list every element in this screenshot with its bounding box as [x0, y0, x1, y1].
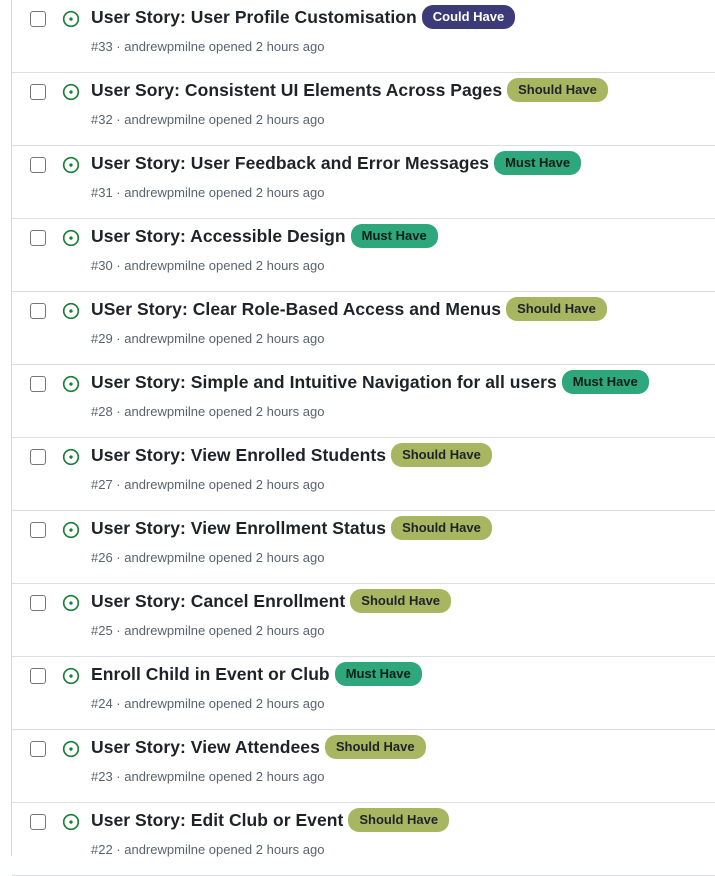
issue-list: User Story: User Profile Customisation C…	[11, 0, 715, 876]
priority-label[interactable]: Should Have	[391, 443, 492, 467]
issue-meta: #23 · andrewpmilne opened 2 hours ago	[91, 769, 325, 784]
priority-label[interactable]: Must Have	[494, 151, 582, 175]
issue-checkbox[interactable]	[30, 449, 46, 465]
issue-open-icon	[62, 521, 80, 539]
issue-meta: #31 · andrewpmilne opened 2 hours ago	[91, 185, 325, 200]
issue-open-icon	[62, 229, 80, 247]
issue-checkbox[interactable]	[30, 522, 46, 538]
priority-label[interactable]: Could Have	[421, 5, 516, 29]
issue-meta: #29 · andrewpmilne opened 2 hours ago	[91, 331, 325, 346]
issue-row[interactable]: User Story: Edit Club or Event Should Ha…	[12, 803, 715, 876]
issue-open-icon	[62, 667, 80, 685]
issue-open-icon	[62, 156, 80, 174]
priority-label[interactable]: Should Have	[350, 589, 452, 613]
priority-label[interactable]: Should Have	[324, 735, 426, 759]
priority-label[interactable]: Should Have	[506, 297, 607, 321]
issue-row[interactable]: User Story: View Enrollment Status Shoul…	[12, 511, 715, 584]
issue-open-icon	[62, 83, 80, 101]
issue-open-icon	[62, 375, 80, 393]
issue-checkbox[interactable]	[30, 814, 46, 830]
issue-row[interactable]: User Story: View Attendees Should Have #…	[12, 730, 715, 803]
issue-row[interactable]: User Story: Simple and Intuitive Navigat…	[12, 365, 715, 438]
issue-meta: #24 · andrewpmilne opened 2 hours ago	[91, 696, 325, 711]
issue-meta: #26 · andrewpmilne opened 2 hours ago	[91, 550, 325, 565]
issue-title[interactable]: User Story: Cancel Enrollment	[91, 591, 345, 612]
issue-checkbox[interactable]	[30, 595, 46, 611]
issue-title[interactable]: USer Story: Clear Role-Based Access and …	[91, 299, 501, 320]
issue-checkbox[interactable]	[30, 303, 46, 319]
priority-label[interactable]: Should Have	[348, 808, 450, 832]
issue-row[interactable]: USer Story: Clear Role-Based Access and …	[12, 292, 715, 365]
issue-row[interactable]: User Story: User Profile Customisation C…	[12, 0, 715, 73]
issue-meta: #25 · andrewpmilne opened 2 hours ago	[91, 623, 325, 638]
issue-title[interactable]: User Story: View Enrolled Students	[91, 445, 386, 466]
issue-open-icon	[62, 448, 80, 466]
issue-checkbox[interactable]	[30, 11, 46, 27]
issue-title[interactable]: User Story: User Profile Customisation	[91, 7, 417, 28]
issue-title[interactable]: User Story: View Enrollment Status	[91, 518, 386, 539]
priority-label[interactable]: Must Have	[334, 662, 422, 686]
issue-open-icon	[62, 740, 80, 758]
issue-checkbox[interactable]	[30, 741, 46, 757]
issue-meta: #32 · andrewpmilne opened 2 hours ago	[91, 112, 325, 127]
issue-title[interactable]: User Story: Accessible Design	[91, 226, 346, 247]
issue-row[interactable]: User Story: Accessible Design Must Have …	[12, 219, 715, 292]
priority-label[interactable]: Should Have	[507, 78, 608, 102]
issue-row[interactable]: Enroll Child in Event or Club Must Have …	[12, 657, 715, 730]
priority-label[interactable]: Must Have	[350, 224, 438, 248]
priority-label[interactable]: Must Have	[561, 370, 649, 394]
issue-meta: #30 · andrewpmilne opened 2 hours ago	[91, 258, 325, 273]
issue-title[interactable]: User Story: Edit Club or Event	[91, 810, 343, 831]
issue-title[interactable]: User Sory: Consistent UI Elements Across…	[91, 80, 502, 101]
issue-row[interactable]: User Story: Cancel Enrollment Should Hav…	[12, 584, 715, 657]
issue-meta: #28 · andrewpmilne opened 2 hours ago	[91, 404, 325, 419]
issue-checkbox[interactable]	[30, 157, 46, 173]
issue-title[interactable]: User Story: User Feedback and Error Mess…	[91, 153, 489, 174]
issue-row[interactable]: User Story: View Enrolled Students Shoul…	[12, 438, 715, 511]
issue-row[interactable]: User Story: User Feedback and Error Mess…	[12, 146, 715, 219]
issue-checkbox[interactable]	[30, 376, 46, 392]
issue-row[interactable]: User Sory: Consistent UI Elements Across…	[12, 73, 715, 146]
issue-title[interactable]: User Story: View Attendees	[91, 737, 320, 758]
issue-open-icon	[62, 302, 80, 320]
issue-checkbox[interactable]	[30, 84, 46, 100]
issue-meta: #27 · andrewpmilne opened 2 hours ago	[91, 477, 325, 492]
priority-label[interactable]: Should Have	[391, 516, 492, 540]
issue-meta: #33 · andrewpmilne opened 2 hours ago	[91, 39, 325, 54]
issue-open-icon	[62, 594, 80, 612]
issue-checkbox[interactable]	[30, 668, 46, 684]
issue-meta: #22 · andrewpmilne opened 2 hours ago	[91, 842, 325, 857]
issue-checkbox[interactable]	[30, 230, 46, 246]
issue-open-icon	[62, 813, 80, 831]
issue-open-icon	[62, 10, 80, 28]
issue-title[interactable]: Enroll Child in Event or Club	[91, 664, 330, 685]
issue-title[interactable]: User Story: Simple and Intuitive Navigat…	[91, 372, 557, 393]
